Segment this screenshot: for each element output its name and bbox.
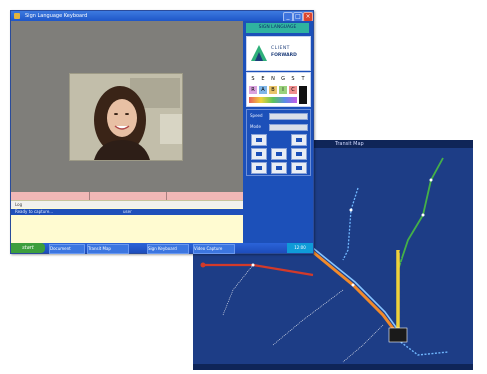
mode-label: Mode	[250, 124, 261, 129]
map-footer	[193, 364, 473, 370]
sign-key[interactable]: E	[259, 75, 267, 83]
sign-key[interactable]: B	[269, 86, 277, 94]
light-rail-southeast	[342, 324, 384, 363]
control-button[interactable]	[291, 148, 307, 160]
red-line	[205, 263, 314, 277]
sign-key[interactable]: T	[299, 75, 307, 83]
webcam-monitor	[160, 114, 182, 144]
control-panel: Speed Mode	[246, 109, 311, 176]
log-row[interactable]: Ready to capture... user	[11, 209, 243, 215]
system-tray-clock: 12:00	[287, 243, 313, 253]
webcam-image	[70, 74, 182, 160]
keyboard-black-key[interactable]	[299, 86, 307, 104]
taskbar-item[interactable]: Transit Map	[87, 244, 129, 254]
sign-key[interactable]: S	[249, 75, 257, 83]
station-dot	[421, 213, 425, 217]
person-face	[107, 99, 137, 137]
control-button[interactable]	[291, 134, 307, 146]
sidebar-panel: SIGN LANGUAGE CLIENT FORWARD S E N G S T…	[243, 21, 313, 253]
logo-text-top: CLIENT	[271, 46, 290, 51]
control-button[interactable]	[271, 162, 287, 174]
app-icon	[14, 13, 20, 19]
keyboard-color-strip	[249, 97, 297, 103]
taskbar-item[interactable]: Document	[49, 244, 85, 254]
control-button[interactable]	[251, 162, 267, 174]
logo-icon	[251, 45, 267, 61]
sign-key[interactable]: G	[279, 75, 287, 83]
mode-field[interactable]	[269, 124, 308, 131]
control-button[interactable]	[271, 148, 287, 160]
status-strip	[11, 192, 243, 200]
log-row-text: Ready to capture...	[15, 209, 54, 214]
light-rail-west	[222, 264, 254, 316]
log-header-label: Log	[15, 202, 23, 207]
station-dot	[351, 283, 355, 287]
sign-key[interactable]: C	[289, 86, 297, 94]
taskbar: start Document Transit Map Sign Keyboard…	[11, 243, 313, 254]
sign-key[interactable]: N	[269, 75, 277, 83]
start-button[interactable]: start	[11, 243, 45, 253]
sign-key[interactable]: A	[259, 86, 267, 94]
status-marker	[166, 192, 167, 200]
window-title: Sign Language Keyboard	[25, 13, 88, 19]
orange-line	[312, 250, 400, 336]
sign-key[interactable]: I	[279, 86, 287, 94]
sign-keyboard: S E N G S T R A B I C	[246, 72, 311, 107]
blue-line-north	[342, 187, 359, 261]
red-line-terminus	[200, 262, 206, 268]
logo-text-bottom: FORWARD	[271, 53, 297, 58]
status-marker	[89, 192, 90, 200]
person-left-eye	[114, 113, 118, 115]
station-dot	[251, 263, 255, 267]
central-hub	[388, 327, 408, 343]
log-row-user: user	[123, 209, 132, 214]
speed-label: Speed	[250, 113, 263, 118]
log-panel: Log Ready to capture... user	[11, 200, 243, 244]
company-logo: CLIENT FORWARD	[246, 36, 311, 71]
control-button[interactable]	[291, 162, 307, 174]
taskbar-item[interactable]: Video Capture	[193, 244, 235, 254]
webcam-video	[69, 73, 183, 161]
control-button[interactable]	[251, 134, 267, 146]
sidebar-banner: SIGN LANGUAGE	[246, 23, 309, 33]
taskbar-item[interactable]: Sign Keyboard	[147, 244, 189, 254]
station-dot	[429, 178, 433, 182]
station-dot	[349, 208, 353, 212]
control-button[interactable]	[251, 148, 267, 160]
title-bar: Sign Language Keyboard _ □ ×	[11, 11, 313, 22]
person-right-eye	[125, 113, 129, 115]
video-area	[11, 21, 243, 192]
log-header: Log	[11, 201, 243, 208]
green-line	[397, 157, 444, 325]
sign-key[interactable]: S	[289, 75, 297, 83]
speed-field[interactable]	[269, 113, 308, 120]
light-rail-south	[272, 289, 344, 346]
sign-key[interactable]: R	[249, 86, 257, 94]
app-window: Sign Language Keyboard _ □ × SIGN LANGUA…	[10, 10, 314, 254]
